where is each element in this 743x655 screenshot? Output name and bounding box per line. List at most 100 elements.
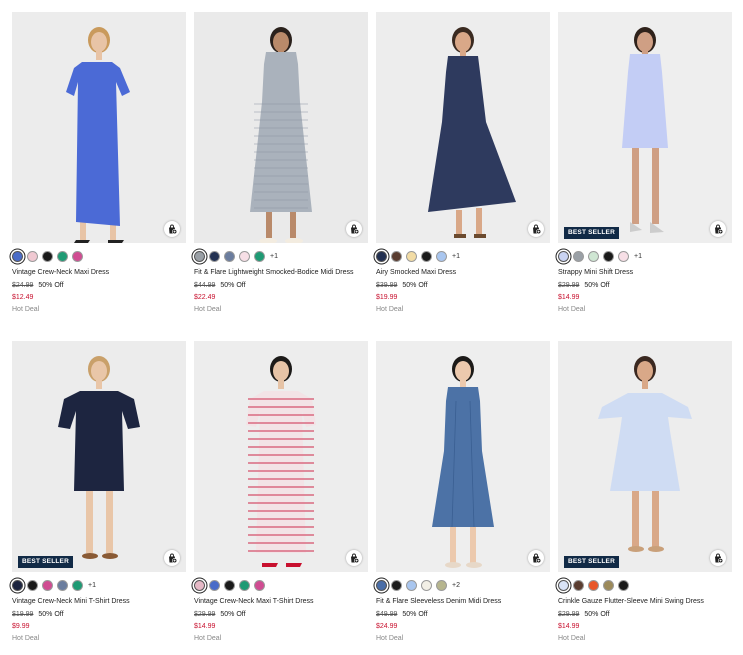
product-name[interactable]: Airy Smocked Maxi Dress: [376, 268, 550, 278]
color-swatch[interactable]: [618, 580, 629, 591]
color-swatch[interactable]: [588, 251, 599, 262]
quick-add-bag-icon[interactable]: [164, 221, 180, 237]
color-swatch[interactable]: [209, 580, 220, 591]
color-swatch[interactable]: [239, 580, 250, 591]
color-swatch[interactable]: [224, 580, 235, 591]
product-grid: Vintage Crew-Neck Maxi Dress $24.99 50% …: [0, 0, 743, 655]
color-swatch[interactable]: [391, 580, 402, 591]
product-card[interactable]: BEST SELLER +1 Strappy Mini Shift Dress …: [558, 12, 732, 313]
color-swatch[interactable]: [436, 251, 447, 262]
color-swatch[interactable]: [558, 580, 569, 591]
quick-add-bag-icon[interactable]: [164, 550, 180, 566]
color-swatch[interactable]: [254, 580, 265, 591]
sale-price: $22.49: [194, 293, 216, 301]
sale-price: $9.99: [12, 622, 30, 630]
color-swatch[interactable]: [194, 580, 205, 591]
color-swatch[interactable]: [12, 580, 23, 591]
product-card[interactable]: +1 Fit & Flare Lightweight Smocked-Bodic…: [194, 12, 368, 313]
color-swatch[interactable]: [42, 580, 53, 591]
product-card[interactable]: Vintage Crew-Neck Maxi Dress $24.99 50% …: [12, 12, 186, 313]
color-swatch[interactable]: [376, 251, 387, 262]
hot-deal-label: Hot Deal: [376, 305, 404, 313]
product-image[interactable]: BEST SELLER: [12, 341, 186, 572]
quick-add-bag-icon[interactable]: [528, 550, 544, 566]
product-image[interactable]: [376, 12, 550, 243]
original-price: $19.99: [12, 610, 34, 618]
color-swatch[interactable]: [406, 251, 417, 262]
color-swatches: +1: [376, 250, 550, 263]
color-swatch[interactable]: [421, 580, 432, 591]
product-card[interactable]: +2 Fit & Flare Sleeveless Denim Midi Dre…: [376, 341, 550, 642]
original-price: $39.99: [376, 281, 398, 289]
product-name[interactable]: Crinkle Gauze Flutter-Sleeve Mini Swing …: [558, 597, 732, 607]
color-swatch[interactable]: [406, 580, 417, 591]
color-swatch[interactable]: [558, 251, 569, 262]
product-card[interactable]: +1 Airy Smocked Maxi Dress $39.99 50% Of…: [376, 12, 550, 313]
product-image[interactable]: [376, 341, 550, 572]
color-swatch[interactable]: [603, 580, 614, 591]
quick-add-bag-icon[interactable]: [528, 221, 544, 237]
color-swatch[interactable]: [254, 251, 265, 262]
color-swatch[interactable]: [603, 251, 614, 262]
price-row: $24.99 50% Off: [12, 282, 186, 289]
color-swatches: +1: [194, 250, 368, 263]
color-swatch[interactable]: [194, 251, 205, 262]
color-swatch[interactable]: [391, 251, 402, 262]
color-swatch[interactable]: [588, 580, 599, 591]
more-colors-count[interactable]: +1: [88, 582, 96, 589]
quick-add-bag-icon[interactable]: [346, 550, 362, 566]
color-swatch[interactable]: [209, 251, 220, 262]
product-image[interactable]: [12, 12, 186, 243]
color-swatches: +1: [12, 579, 186, 592]
quick-add-bag-icon[interactable]: [710, 221, 726, 237]
quick-add-bag-icon[interactable]: [710, 550, 726, 566]
model-figure: [558, 12, 732, 243]
more-colors-count[interactable]: +1: [634, 253, 642, 260]
color-swatch[interactable]: [573, 251, 584, 262]
more-colors-count[interactable]: +1: [452, 253, 460, 260]
product-name[interactable]: Vintage Crew-Neck Maxi Dress: [12, 268, 186, 278]
best-seller-badge: BEST SELLER: [564, 555, 619, 568]
price-row: $29.99 50% Off: [194, 611, 368, 618]
original-price: $49.99: [376, 610, 398, 618]
product-image[interactable]: BEST SELLER: [558, 341, 732, 572]
color-swatch[interactable]: [27, 251, 38, 262]
sale-price: $14.99: [558, 622, 580, 630]
price-row: $29.99 50% Off: [558, 282, 732, 289]
product-card[interactable]: BEST SELLER +1 Vintage Crew-Neck Mini T-…: [12, 341, 186, 642]
color-swatch[interactable]: [618, 251, 629, 262]
product-name[interactable]: Vintage Crew-Neck Maxi T-Shirt Dress: [194, 597, 368, 607]
product-name[interactable]: Strappy Mini Shift Dress: [558, 268, 732, 278]
discount-label: 50% Off: [584, 281, 610, 289]
price-row: $49.99 50% Off: [376, 611, 550, 618]
color-swatch[interactable]: [436, 580, 447, 591]
best-seller-badge: BEST SELLER: [18, 555, 73, 568]
color-swatch[interactable]: [224, 251, 235, 262]
quick-add-bag-icon[interactable]: [346, 221, 362, 237]
discount-label: 50% Off: [220, 610, 246, 618]
color-swatch[interactable]: [376, 580, 387, 591]
color-swatch[interactable]: [573, 580, 584, 591]
discount-label: 50% Off: [38, 610, 64, 618]
color-swatch[interactable]: [72, 251, 83, 262]
color-swatch[interactable]: [421, 251, 432, 262]
color-swatch[interactable]: [42, 251, 53, 262]
product-name[interactable]: Vintage Crew-Neck Mini T-Shirt Dress: [12, 597, 186, 607]
color-swatch[interactable]: [27, 580, 38, 591]
product-image[interactable]: [194, 341, 368, 572]
hot-deal-label: Hot Deal: [12, 634, 40, 642]
product-card[interactable]: BEST SELLER Crinkle Gauze Flutter-Sleeve…: [558, 341, 732, 642]
more-colors-count[interactable]: +2: [452, 582, 460, 589]
color-swatch[interactable]: [57, 251, 68, 262]
color-swatch[interactable]: [72, 580, 83, 591]
color-swatch[interactable]: [12, 251, 23, 262]
more-colors-count[interactable]: +1: [270, 253, 278, 260]
product-image[interactable]: [194, 12, 368, 243]
product-image[interactable]: BEST SELLER: [558, 12, 732, 243]
color-swatch[interactable]: [57, 580, 68, 591]
product-name[interactable]: Fit & Flare Lightweight Smocked-Bodice M…: [194, 268, 368, 278]
product-card[interactable]: Vintage Crew-Neck Maxi T-Shirt Dress $29…: [194, 341, 368, 642]
color-swatch[interactable]: [239, 251, 250, 262]
model-figure: [12, 12, 186, 243]
product-name[interactable]: Fit & Flare Sleeveless Denim Midi Dress: [376, 597, 550, 607]
